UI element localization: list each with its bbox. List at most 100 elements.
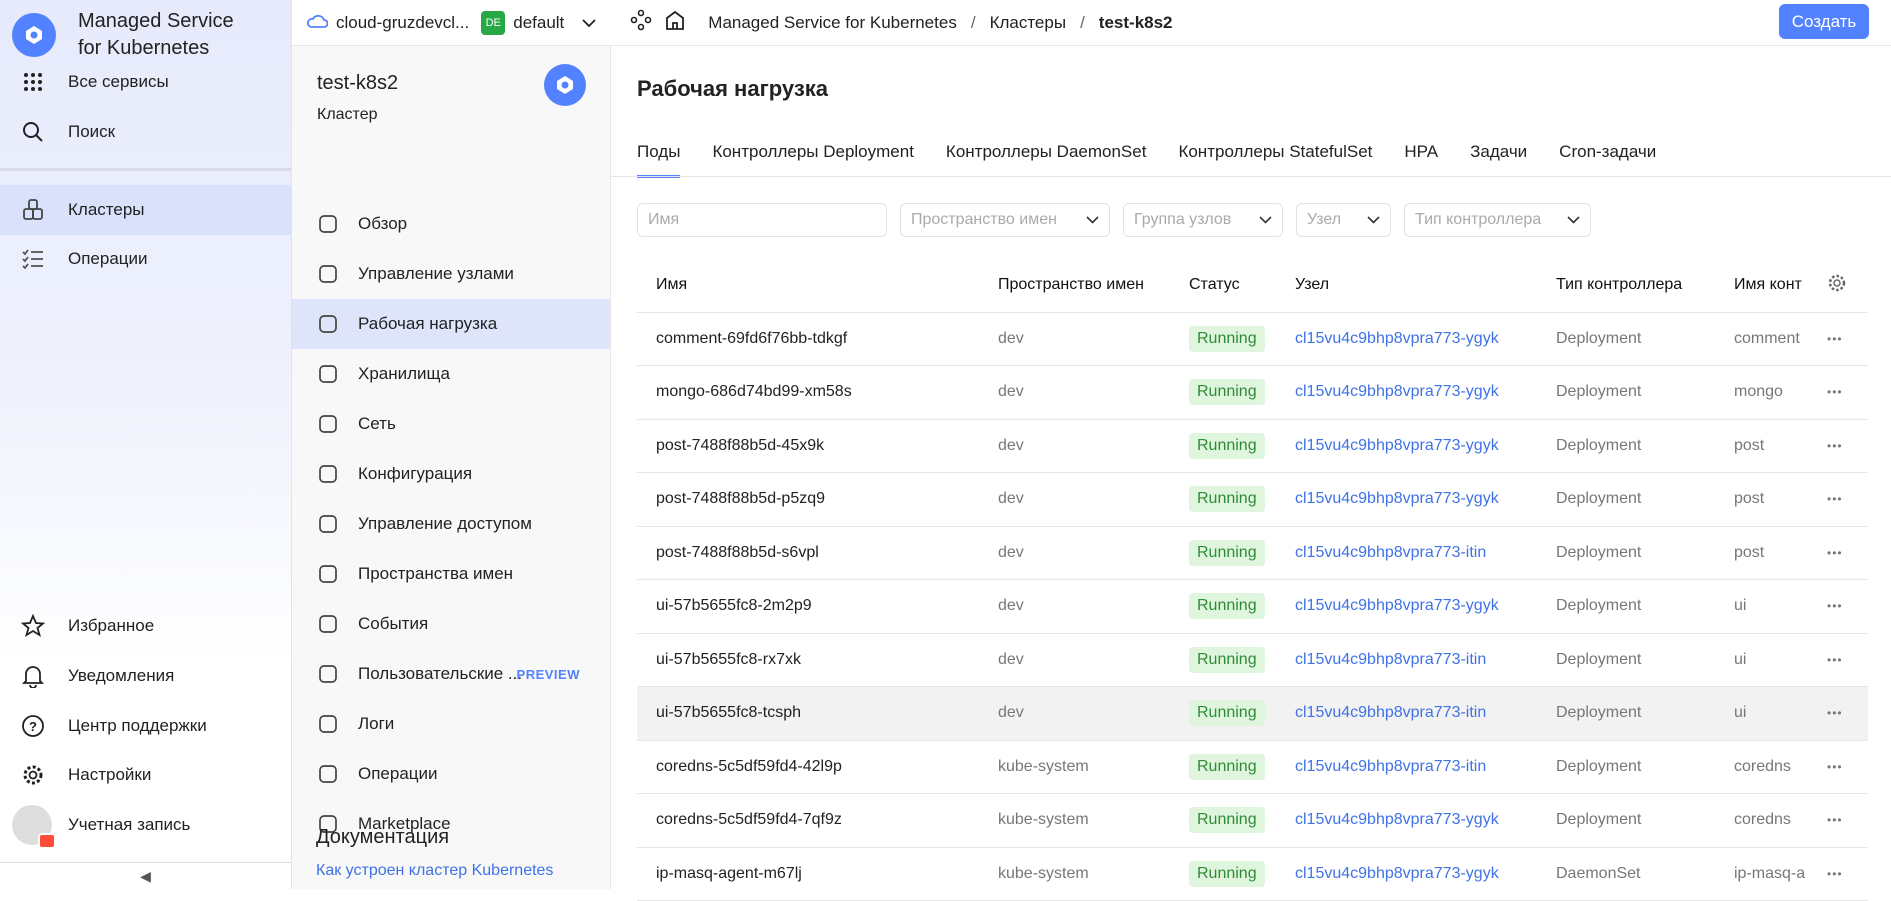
row-menu-icon[interactable]: ••• xyxy=(1827,492,1843,506)
table-row[interactable]: ui-57b5655fc8-rx7xk dev Running cl15vu4c… xyxy=(637,634,1868,688)
breadcrumb-clusters[interactable]: Кластеры xyxy=(990,13,1067,33)
pod-name[interactable]: coredns-5c5df59fd4-7qf9z xyxy=(656,811,842,829)
node-link[interactable]: cl15vu4c9bhp8vpra773-itin xyxy=(1295,544,1486,562)
sidebar-item[interactable]: Логи xyxy=(292,699,610,749)
column-header[interactable]: Имя конт xyxy=(1734,276,1814,294)
table-row[interactable]: ui-57b5655fc8-2m2p9 dev Running cl15vu4c… xyxy=(637,580,1868,634)
node-link[interactable]: cl15vu4c9bhp8vpra773-itin xyxy=(1295,651,1486,669)
sidebar-item-label: Пользовательские ... xyxy=(358,664,522,684)
nav-support[interactable]: ? Центр поддержки xyxy=(0,701,291,751)
row-menu-icon[interactable]: ••• xyxy=(1827,546,1843,560)
nav-clusters[interactable]: Кластеры xyxy=(0,185,291,235)
column-header[interactable]: Узел xyxy=(1295,276,1329,294)
sidebar-item[interactable]: События xyxy=(292,599,610,649)
tab[interactable]: Задачи xyxy=(1470,142,1527,176)
table-row[interactable]: ui-57b5655fc8-tcsph dev Running cl15vu4c… xyxy=(637,687,1868,741)
column-header[interactable]: Статус xyxy=(1189,276,1240,294)
node-link[interactable]: cl15vu4c9bhp8vpra773-ygyk xyxy=(1295,865,1499,883)
pod-name[interactable]: ui-57b5655fc8-tcsph xyxy=(656,704,801,722)
collapse-nav-button[interactable]: ◀ xyxy=(0,862,291,889)
nav-search[interactable]: Поиск xyxy=(0,107,291,157)
controller-type: Deployment xyxy=(1556,544,1641,562)
node-filter[interactable]: Узел xyxy=(1296,203,1391,237)
table-row[interactable]: post-7488f88b5d-p5zq9 dev Running cl15vu… xyxy=(637,473,1868,527)
pod-name[interactable]: comment-69fd6f76bb-tdkgf xyxy=(656,330,847,348)
table-row[interactable]: coredns-5c5df59fd4-42l9p kube-system Run… xyxy=(637,741,1868,795)
chevron-down-icon[interactable] xyxy=(582,13,596,33)
node-link[interactable]: cl15vu4c9bhp8vpra773-itin xyxy=(1295,758,1486,776)
nav-settings[interactable]: Настройки xyxy=(0,750,291,800)
table-row[interactable]: post-7488f88b5d-s6vpl dev Running cl15vu… xyxy=(637,527,1868,581)
cloud-selector[interactable]: cloud-gruzdevcl... xyxy=(306,11,469,34)
namespace-filter[interactable]: Пространство имен xyxy=(900,203,1110,237)
controller-name: post xyxy=(1734,490,1814,508)
row-menu-icon[interactable]: ••• xyxy=(1827,760,1843,774)
node-link[interactable]: cl15vu4c9bhp8vpra773-ygyk xyxy=(1295,811,1499,829)
table-row[interactable]: ip-masq-agent-m67lj kube-system Running … xyxy=(637,848,1868,901)
sidebar-item[interactable]: Управление доступом xyxy=(292,499,610,549)
sidebar-item[interactable]: Конфигурация xyxy=(292,449,610,499)
sidebar-item[interactable]: Пространства имен xyxy=(292,549,610,599)
pod-name[interactable]: ui-57b5655fc8-rx7xk xyxy=(656,651,801,669)
controller-type-filter[interactable]: Тип контроллера xyxy=(1404,203,1591,237)
table-row[interactable]: comment-69fd6f76bb-tdkgf dev Running cl1… xyxy=(637,313,1868,367)
pod-name[interactable]: ip-masq-agent-m67lj xyxy=(656,865,802,883)
sidebar-item[interactable]: Хранилища xyxy=(292,349,610,399)
node-link[interactable]: cl15vu4c9bhp8vpra773-ygyk xyxy=(1295,437,1499,455)
sidebar-item[interactable]: Рабочая нагрузка xyxy=(292,299,610,349)
breadcrumb-service[interactable]: Managed Service for Kubernetes xyxy=(708,13,957,33)
row-menu-icon[interactable]: ••• xyxy=(1827,332,1843,346)
row-menu-icon[interactable]: ••• xyxy=(1827,385,1843,399)
nav-operations[interactable]: Операции xyxy=(0,234,291,284)
table-settings-gear-icon[interactable] xyxy=(1827,273,1847,298)
nav-all-services[interactable]: Все сервисы xyxy=(0,57,291,107)
node-link[interactable]: cl15vu4c9bhp8vpra773-ygyk xyxy=(1295,597,1499,615)
docs-link[interactable]: Как устроен кластер Kubernetes xyxy=(316,862,553,880)
sidebar-item[interactable]: Управление узлами xyxy=(292,249,610,299)
nodes-icon[interactable] xyxy=(630,9,652,36)
nav-notifications[interactable]: Уведомления xyxy=(0,651,291,701)
column-header[interactable]: Тип контроллера xyxy=(1556,276,1682,294)
home-icon[interactable] xyxy=(664,9,686,36)
pod-name[interactable]: post-7488f88b5d-s6vpl xyxy=(656,544,819,562)
column-header[interactable]: Имя xyxy=(656,276,687,294)
node-link[interactable]: cl15vu4c9bhp8vpra773-ygyk xyxy=(1295,490,1499,508)
table-row[interactable]: post-7488f88b5d-45x9k dev Running cl15vu… xyxy=(637,420,1868,474)
row-menu-icon[interactable]: ••• xyxy=(1827,867,1843,881)
row-menu-icon[interactable]: ••• xyxy=(1827,706,1843,720)
table-row[interactable]: coredns-5c5df59fd4-7qf9z kube-system Run… xyxy=(637,794,1868,848)
sidebar-item[interactable]: Пользовательские ...PREVIEW xyxy=(292,649,610,699)
node-link[interactable]: cl15vu4c9bhp8vpra773-ygyk xyxy=(1295,330,1499,348)
tab[interactable]: Поды xyxy=(637,142,680,176)
node-link[interactable]: cl15vu4c9bhp8vpra773-ygyk xyxy=(1295,383,1499,401)
table-row[interactable]: mongo-686d74bd99-xm58s dev Running cl15v… xyxy=(637,366,1868,420)
tab[interactable]: Контроллеры DaemonSet xyxy=(946,142,1147,176)
node-group-filter[interactable]: Группа узлов xyxy=(1123,203,1283,237)
sidebar-item[interactable]: Обзор xyxy=(292,199,610,249)
row-menu-icon[interactable]: ••• xyxy=(1827,653,1843,667)
controller-type: Deployment xyxy=(1556,811,1641,829)
row-menu-icon[interactable]: ••• xyxy=(1827,599,1843,613)
pod-name[interactable]: mongo-686d74bd99-xm58s xyxy=(656,383,852,401)
nav-account[interactable]: Учетная запись xyxy=(0,800,291,850)
pod-name[interactable]: post-7488f88b5d-45x9k xyxy=(656,437,824,455)
pod-name[interactable]: post-7488f88b5d-p5zq9 xyxy=(656,490,825,508)
pod-name[interactable]: coredns-5c5df59fd4-42l9p xyxy=(656,758,842,776)
column-header[interactable]: Пространство имен xyxy=(998,276,1144,294)
pod-name[interactable]: ui-57b5655fc8-2m2p9 xyxy=(656,597,812,615)
name-filter-input[interactable]: Имя xyxy=(637,203,887,237)
tab[interactable]: HPA xyxy=(1404,142,1438,176)
clusters-icon xyxy=(20,197,46,223)
folder-selector[interactable]: default xyxy=(513,13,564,33)
tab[interactable]: Cron-задачи xyxy=(1559,142,1656,176)
brand[interactable]: Managed Servicefor Kubernetes xyxy=(12,8,234,62)
sidebar-item[interactable]: Операции xyxy=(292,749,610,799)
sidebar-item[interactable]: Сеть xyxy=(292,399,610,449)
row-menu-icon[interactable]: ••• xyxy=(1827,813,1843,827)
tab[interactable]: Контроллеры StatefulSet xyxy=(1178,142,1372,176)
node-link[interactable]: cl15vu4c9bhp8vpra773-itin xyxy=(1295,704,1486,722)
nav-favorites[interactable]: Избранное xyxy=(0,601,291,651)
row-menu-icon[interactable]: ••• xyxy=(1827,439,1843,453)
tab[interactable]: Контроллеры Deployment xyxy=(712,142,913,176)
create-button[interactable]: Создать xyxy=(1779,4,1869,39)
